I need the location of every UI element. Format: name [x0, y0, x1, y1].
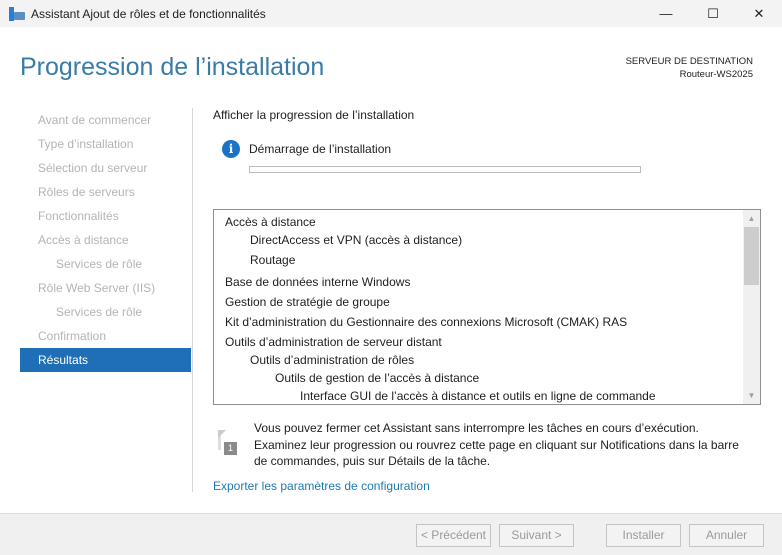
destination-label: SERVEUR DE DESTINATION: [625, 56, 753, 67]
info-icon: i: [222, 140, 240, 158]
step-features: Fonctionnalités: [38, 209, 119, 223]
step-server-roles: Rôles de serveurs: [38, 185, 135, 199]
scrollbar[interactable]: ▲ ▼: [743, 210, 760, 404]
server-manager-icon: [9, 6, 25, 21]
feature-item: Kit d’administration du Gestionnaire des…: [225, 315, 628, 329]
export-settings-link[interactable]: Exporter les paramètres de configuration: [213, 479, 430, 493]
feature-item: Accès à distance: [225, 215, 316, 229]
feature-item: Base de données interne Windows: [225, 275, 411, 289]
features-list[interactable]: ▲ ▼ Accès à distance DirectAccess et VPN …: [213, 209, 761, 405]
installation-status: Démarrage de l’installation: [249, 142, 392, 156]
destination-server: SERVEUR DE DESTINATION Routeur-WS2025: [626, 55, 753, 81]
step-confirmation: Confirmation: [38, 329, 107, 343]
step-remote-access: Accès à distance: [38, 233, 129, 247]
feature-item: DirectAccess et VPN (accès à distance): [250, 233, 463, 247]
scroll-up-arrow-icon[interactable]: ▲: [743, 210, 760, 227]
step-role-services: Services de rôle: [56, 257, 143, 271]
previous-button[interactable]: < Précédent: [416, 524, 491, 547]
wizard-steps: Avant de commencer Type d’installation S…: [20, 108, 191, 372]
page-title: Progression de l’installation: [20, 53, 325, 81]
scroll-down-arrow-icon[interactable]: ▼: [743, 387, 760, 404]
notification-flag-icon: 1: [216, 430, 240, 456]
feature-item: Gestion de stratégie de groupe: [225, 295, 390, 309]
next-button[interactable]: Suivant >: [499, 524, 574, 547]
scrollbar-thumb[interactable]: [744, 227, 759, 285]
feature-item: Outils d’administration de rôles: [250, 353, 415, 367]
feature-item: Interface GUI de l’accès à distance et o…: [300, 389, 656, 403]
section-title: Afficher la progression de l’installatio…: [213, 108, 415, 122]
maximize-button[interactable]: ☐: [690, 0, 736, 27]
step-before-you-begin: Avant de commencer: [38, 113, 152, 127]
close-button[interactable]: ✕: [736, 0, 782, 27]
title-bar: Assistant Ajout de rôles et de fonctionn…: [0, 0, 782, 27]
install-button[interactable]: Installer: [606, 524, 681, 547]
step-results[interactable]: Résultats: [20, 348, 191, 372]
step-installation-type: Type d’installation: [38, 137, 134, 151]
step-server-selection: Sélection du serveur: [38, 161, 148, 175]
feature-item: Outils d’administration de serveur dista…: [225, 335, 442, 349]
divider: [192, 108, 193, 492]
notice-text: Vous pouvez fermer cet Assistant sans in…: [254, 421, 739, 468]
destination-server-name: Routeur-WS2025: [679, 69, 753, 80]
feature-item: Routage: [250, 253, 296, 267]
step-web-role-services: Services de rôle: [56, 305, 143, 319]
step-web-server-role: Rôle Web Server (IIS): [38, 281, 156, 295]
feature-item: Outils de gestion de l’accès à distance: [275, 371, 480, 385]
cancel-button[interactable]: Annuler: [689, 524, 764, 547]
installation-progress-bar: [249, 166, 641, 173]
window-title: Assistant Ajout de rôles et de fonctionn…: [31, 6, 266, 21]
notification-badge: 1: [224, 442, 237, 455]
minimize-button[interactable]: —: [643, 0, 689, 27]
